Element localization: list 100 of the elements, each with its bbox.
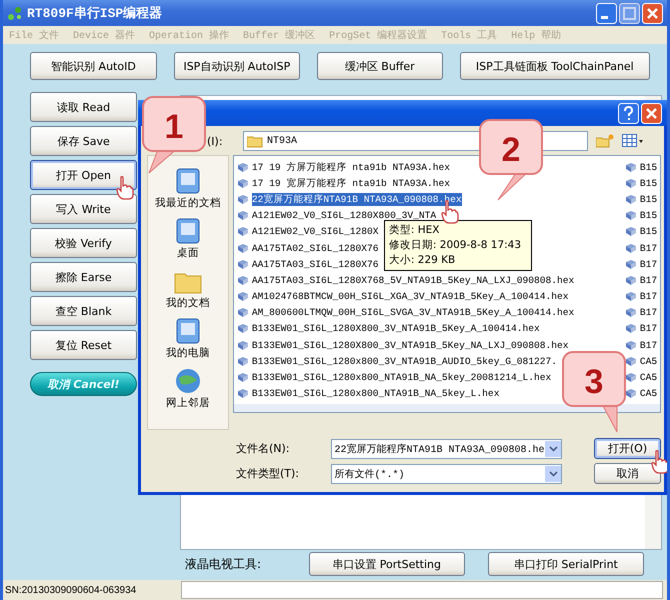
close-icon[interactable]: [642, 2, 663, 24]
list-entry[interactable]: B133EW01_SI6L_1280x800_3V_NTA91B_AUDIO_5key_G_081227.: [236, 353, 558, 370]
tool-button[interactable]: 串口设置 PortSetting: [308, 552, 465, 576]
tool-button[interactable]: 串口打印 SerialPrint: [488, 552, 644, 576]
hex-file-icon: [624, 258, 637, 270]
maximize-icon[interactable]: [619, 2, 640, 24]
action-button[interactable]: 写入 Write: [30, 194, 137, 224]
hex-file-icon: [236, 194, 249, 205]
hex-file-icon: [236, 388, 249, 400]
list-entry[interactable]: B15: [624, 208, 658, 224]
hex-file-icon: [236, 340, 249, 351]
hex-file-icon: [624, 162, 637, 173]
toolbar-button[interactable]: ISP工具链面板 ToolChainPanel: [460, 52, 650, 80]
action-button[interactable]: 复位 Reset: [30, 330, 137, 360]
place-item[interactable]: 桌面: [172, 216, 203, 260]
toolbar-button[interactable]: 智能识别 AutoID: [30, 52, 157, 80]
hex-file-icon: [236, 356, 249, 367]
action-button[interactable]: 校验 Verify: [30, 228, 137, 258]
help-icon[interactable]: [618, 102, 639, 124]
dialog-confirm-button[interactable]: 打开(O): [594, 438, 661, 459]
dropdown-icon: [548, 446, 558, 452]
tooltip-line: 修改日期: 2009-8-8 17:43: [388, 238, 522, 253]
hex-file-icon: [236, 323, 249, 334]
action-button[interactable]: 打开 Open: [30, 160, 137, 190]
window-title: RT809F串行ISP编程器: [27, 4, 162, 22]
hex-file-icon: [624, 210, 637, 222]
serial-number: SN:20130309090604-063934: [4, 584, 138, 596]
place-item[interactable]: 我的电脑: [166, 316, 210, 360]
step-callout: 3: [561, 350, 629, 434]
hex-file-icon: [624, 226, 637, 238]
list-entry[interactable]: AM_800600LTMQW_00H_SI6L_SVGA_3V_NTA91B_5Key_A_100414.hex: [236, 304, 574, 321]
list-entry[interactable]: B133EW01_SI6L_1280x800_NTA91B_NA_5key_20081214_L.hex: [236, 369, 552, 386]
hex-file-icon: [236, 291, 249, 302]
list-entry[interactable]: A121EW02_V0_SI6L_1280X: [236, 224, 379, 240]
hex-file-icon: [624, 274, 637, 286]
list-entry[interactable]: AA175TA03_SI6L_1280X768_5V_NTA91B_5Key_NA_LXJ_090808.hex: [236, 272, 574, 288]
list-entry[interactable]: 17 19 方屏万能程序 nta91b NTA93A.hex: [236, 159, 450, 176]
minimize-icon[interactable]: [596, 2, 617, 24]
scrollbar[interactable]: [234, 404, 660, 412]
place-item[interactable]: 网上邻居: [166, 366, 210, 410]
list-entry[interactable]: B17: [624, 272, 658, 288]
hand-cursor-icon: [116, 176, 134, 200]
hex-file-icon: [624, 323, 637, 334]
hex-file-icon: [624, 356, 637, 367]
hex-file-icon: [624, 340, 637, 351]
hex-file-icon: [624, 388, 637, 400]
tools-label: 液晶电视工具:: [185, 556, 262, 572]
hex-file-icon: [236, 307, 249, 318]
file-type-dropdown[interactable]: 所有文件(*.*): [330, 464, 562, 484]
hex-file-icon: [236, 274, 249, 286]
hex-file-icon: [624, 307, 637, 318]
cancel-button[interactable]: 取消: [594, 463, 661, 484]
action-button[interactable]: 保存 Save: [30, 126, 137, 156]
list-entry[interactable]: AA175TA02_SI6L_1280X76: [236, 240, 379, 256]
tooltip-line: 类型: HEX: [388, 223, 440, 238]
list-entry[interactable]: B15: [624, 175, 658, 192]
close-icon[interactable]: [641, 102, 662, 124]
hex-file-icon: [236, 226, 249, 238]
list-entry[interactable]: AM1024768BTMCW_00H_SI6L_XGA_3V_NTA91B_5Key_A_100414.hex: [236, 288, 569, 305]
hex-file-icon: [236, 258, 249, 270]
tooltip-line: 大小: 229 KB: [388, 253, 456, 268]
hex-file-icon: [236, 178, 249, 189]
view-menu-icon[interactable]: [622, 134, 644, 148]
list-entry[interactable]: AA175TA03_SI6L_1280X76: [236, 256, 379, 272]
hex-file-icon: [624, 194, 637, 205]
place-item[interactable]: 我的文档: [166, 266, 210, 310]
toolbar-button[interactable]: 缓冲区 Buffer: [316, 52, 443, 80]
hex-file-icon: [624, 242, 637, 254]
list-entry[interactable]: A121EW02_V0_SI6L_1280X800_3V_NTA: [236, 208, 436, 224]
place-item[interactable]: 我最近的文档: [154, 166, 221, 210]
list-entry[interactable]: B17: [624, 256, 658, 272]
action-button[interactable]: 查空 Blank: [30, 296, 137, 326]
file-name-label: 文件名(N):: [236, 441, 291, 456]
list-entry[interactable]: B17: [624, 240, 658, 256]
list-entry[interactable]: B133EW01_SI6L_1280X800_3V_NTA91B_5Key_A_100414.hex: [236, 320, 540, 338]
list-entry[interactable]: 17 19 宽屏万能程序 nta91b NTA93A.hex: [236, 175, 450, 192]
list-entry[interactable]: B15: [624, 159, 658, 176]
look-in-label: (I):: [207, 134, 224, 148]
hex-file-icon: [236, 210, 249, 222]
hex-file-icon: [236, 372, 249, 384]
list-entry[interactable]: B15: [624, 224, 658, 240]
hand-cursor-icon: [651, 450, 667, 474]
toolbar-button[interactable]: ISP自动识别 AutoISP: [174, 52, 300, 80]
dropdown-icon: [548, 470, 558, 476]
file-name-field[interactable]: 22宽屏万能程序NTA91B NTA93A_090808.he: [330, 438, 562, 458]
hex-file-icon: [236, 162, 249, 173]
action-button[interactable]: 擦除 Earse: [30, 262, 137, 292]
file-type-label: 文件类型(T):: [236, 466, 300, 481]
list-entry[interactable]: B17: [624, 320, 658, 338]
list-entry[interactable]: B133EW01_SI6L_1280x800_NTA91B_NA_5key_L.hex: [236, 386, 500, 402]
list-entry[interactable]: B15: [624, 191, 658, 208]
list-entry[interactable]: B17: [624, 304, 658, 321]
hex-file-icon: [624, 291, 637, 302]
hex-file-icon: [624, 372, 637, 384]
app-icon: [7, 5, 23, 21]
list-entry[interactable]: B17: [624, 288, 658, 305]
action-button[interactable]: 读取 Read: [30, 92, 137, 122]
folder-icon: [247, 134, 263, 148]
step-callout: 2: [478, 118, 546, 202]
hex-file-icon: [236, 242, 249, 254]
